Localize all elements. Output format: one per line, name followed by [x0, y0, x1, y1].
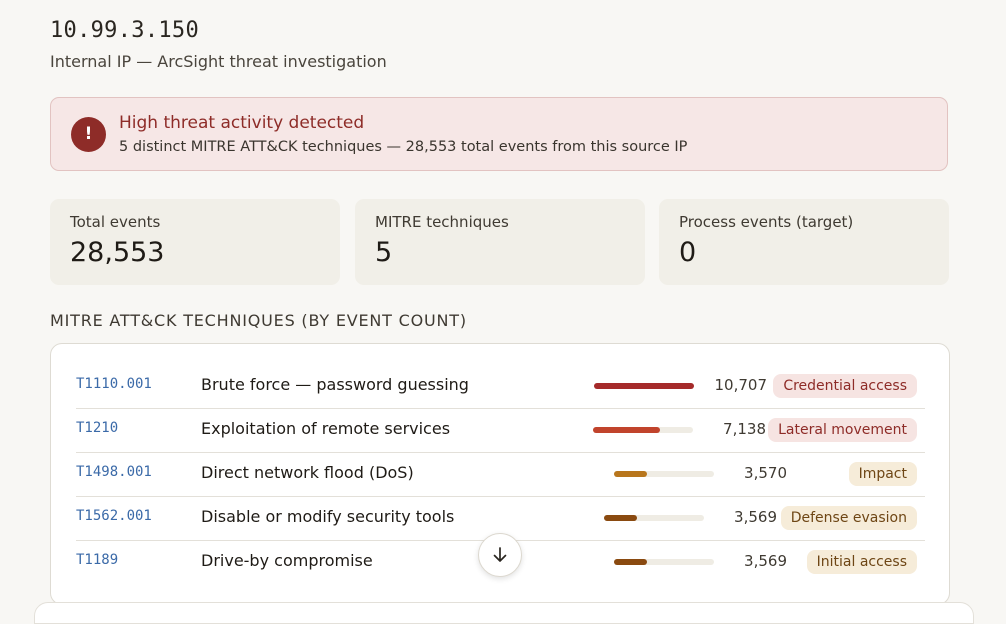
event-count: 3,570: [744, 464, 787, 482]
table-row[interactable]: T1110.001 Brute force — password guessin…: [76, 364, 925, 409]
technique-name: Disable or modify security tools: [201, 507, 455, 526]
stat-value: 5: [375, 237, 393, 268]
arrow-down-icon: [493, 547, 507, 562]
alert-description: 5 distinct MITRE ATT&CK techniques — 28,…: [119, 139, 688, 155]
table-row[interactable]: T1498.001 Direct network flood (DoS) 3,5…: [76, 452, 925, 497]
technique-id-link[interactable]: T1562.001: [76, 508, 152, 524]
event-count: 10,707: [714, 376, 768, 394]
event-count: 3,569: [734, 508, 777, 526]
section-title: MITRE ATT&CK TECHNIQUES (BY EVENT COUNT): [50, 311, 467, 330]
technique-name: Direct network flood (DoS): [201, 463, 414, 482]
exclamation-icon: !: [71, 117, 106, 152]
event-count: 7,138: [723, 420, 766, 438]
page-subtitle: Internal IP — ArcSight threat investigat…: [50, 52, 387, 71]
next-card-edge: [34, 602, 974, 624]
event-count-bar: [614, 559, 714, 565]
tactic-badge: Initial access: [806, 550, 917, 574]
table-row[interactable]: T1210 Exploitation of remote services 7,…: [76, 408, 925, 453]
stat-label: Process events (target): [679, 213, 854, 231]
event-count-bar: [604, 515, 704, 521]
event-count-bar-fill: [604, 515, 637, 521]
page-title: 10.99.3.150: [50, 18, 199, 43]
event-count-bar-fill: [614, 471, 647, 477]
stat-card-total-events: Total events 28,553: [50, 199, 340, 285]
technique-id-link[interactable]: T1110.001: [76, 376, 152, 392]
stat-label: Total events: [70, 213, 161, 231]
tactic-badge: Lateral movement: [768, 418, 917, 442]
stat-value: 0: [679, 237, 697, 268]
event-count: 3,569: [744, 552, 787, 570]
event-count-bar-fill: [594, 383, 694, 389]
scroll-down-button[interactable]: [478, 533, 522, 577]
technique-name: Drive-by compromise: [201, 551, 373, 570]
event-count-bar: [594, 383, 694, 389]
stat-label: MITRE techniques: [375, 213, 509, 231]
event-count-bar-fill: [614, 559, 647, 565]
event-count-bar: [614, 471, 714, 477]
alert-title: High threat activity detected: [119, 113, 365, 133]
stat-value: 28,553: [70, 237, 165, 268]
threat-alert-banner: ! High threat activity detected 5 distin…: [50, 97, 948, 171]
technique-id-link[interactable]: T1189: [76, 552, 118, 568]
technique-id-link[interactable]: T1498.001: [76, 464, 152, 480]
tactic-badge: Defense evasion: [780, 506, 917, 530]
stat-card-mitre-techniques: MITRE techniques 5: [355, 199, 645, 285]
event-count-bar-fill: [593, 427, 660, 433]
technique-name: Brute force — password guessing: [201, 375, 469, 394]
technique-name: Exploitation of remote services: [201, 419, 451, 438]
technique-id-link[interactable]: T1210: [76, 420, 118, 436]
tactic-badge: Credential access: [773, 374, 917, 398]
event-count-bar: [593, 427, 693, 433]
tactic-badge: Impact: [848, 462, 917, 486]
stat-card-process-events: Process events (target) 0: [659, 199, 949, 285]
